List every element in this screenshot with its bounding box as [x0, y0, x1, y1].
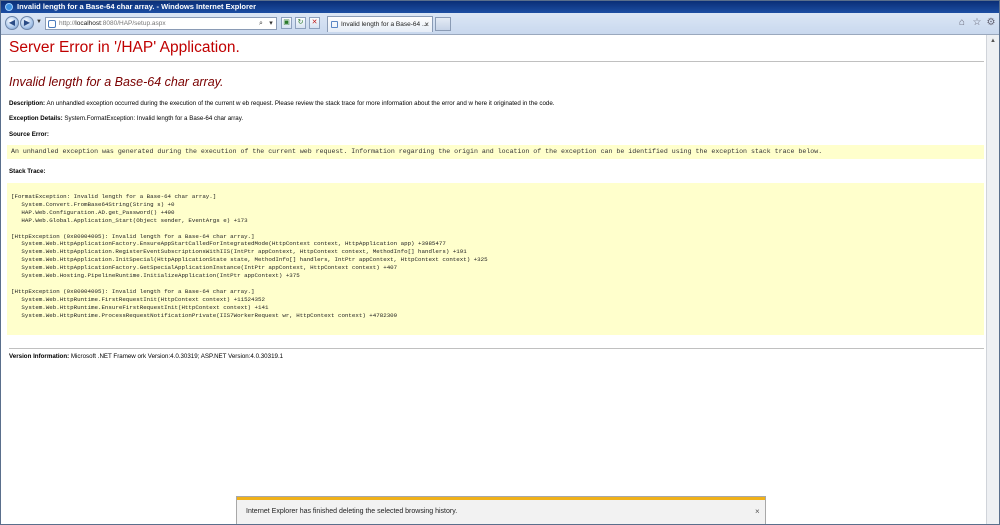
back-button[interactable]: ◀	[5, 16, 19, 30]
version-text: Microsoft .NET Framew ork Version:4.0.30…	[70, 353, 284, 360]
tab-current[interactable]: Invalid length for a Base-64 ... ×	[327, 16, 433, 32]
stack-trace-label: Stack Trace:	[9, 168, 46, 175]
address-dropdown-icon[interactable]: ▾	[266, 18, 276, 29]
source-error-text: An unhandled exception was generated dur…	[11, 148, 823, 155]
notification-text: Internet Explorer has finished deleting …	[246, 508, 458, 515]
stack-trace-box: [FormatException: Invalid length for a B…	[7, 183, 984, 335]
favorites-button[interactable]: ☆	[971, 17, 983, 29]
divider	[9, 61, 984, 62]
description-text: An unhandled exception occurred during t…	[46, 100, 555, 107]
ie-logo-icon	[5, 3, 13, 11]
page-icon	[331, 21, 338, 28]
vertical-scrollbar[interactable]: ▲	[986, 35, 999, 524]
page-icon	[48, 20, 56, 28]
forward-button[interactable]: ▶	[20, 16, 34, 30]
title-bar: Invalid length for a Base-64 char array.…	[1, 1, 999, 13]
stop-icon: ✕	[311, 19, 318, 26]
window-title: Invalid length for a Base-64 char array.…	[17, 2, 257, 11]
exception-label: Exception Details:	[9, 115, 63, 122]
search-icon[interactable]: ⌕	[256, 18, 266, 29]
url-host: localhost	[75, 20, 101, 27]
tab-title: Invalid length for a Base-64 ...	[341, 21, 428, 28]
gear-icon: ⚙	[986, 17, 996, 28]
back-arrow-icon: ◀	[8, 18, 16, 27]
notification-accent	[237, 497, 765, 500]
stop-button[interactable]: ✕	[309, 17, 320, 29]
home-icon: ⌂	[958, 17, 966, 28]
notification-bar: Internet Explorer has finished deleting …	[236, 496, 766, 524]
navigation-toolbar: ◀ ▶ ▼ http://localhost:8080/HAP/setup.as…	[1, 13, 999, 35]
close-icon[interactable]: ×	[755, 505, 760, 519]
description-label: Description:	[9, 100, 46, 107]
page-content: Server Error in '/HAP' Application. Inva…	[1, 35, 986, 524]
refresh-icon: ↻	[297, 19, 304, 26]
refresh-button[interactable]: ↻	[295, 17, 306, 29]
version-information-line: Version Information: Microsoft .NET Fram…	[9, 353, 283, 360]
exception-details-line: Exception Details: System.FormatExceptio…	[9, 115, 243, 122]
tools-button[interactable]: ⚙	[985, 17, 997, 29]
error-message: Invalid length for a Base-64 char array.	[9, 75, 224, 89]
new-tab-button[interactable]	[435, 17, 451, 31]
home-button[interactable]: ⌂	[956, 17, 968, 29]
scroll-up-arrow-icon[interactable]: ▲	[987, 35, 999, 47]
divider	[9, 348, 984, 349]
description-line: Description: An unhandled exception occu…	[9, 100, 555, 107]
url-path: :8080/HAP/setup.aspx	[100, 20, 166, 27]
forward-arrow-icon: ▶	[23, 18, 31, 27]
exception-text: System.FormatException: Invalid length f…	[64, 115, 244, 122]
page-title: Server Error in '/HAP' Application.	[9, 39, 240, 56]
recent-pages-dropdown[interactable]: ▼	[36, 19, 42, 25]
source-error-label: Source Error:	[9, 131, 49, 138]
url-protocol: http://	[59, 20, 76, 27]
tab-close-icon[interactable]: ×	[424, 17, 429, 32]
source-error-box: An unhandled exception was generated dur…	[7, 145, 984, 159]
compatibility-view-button[interactable]: ▣	[281, 17, 292, 29]
stack-trace-text: [FormatException: Invalid length for a B…	[11, 193, 488, 319]
version-label: Version Information:	[9, 353, 70, 360]
compatibility-icon: ▣	[283, 19, 290, 26]
address-url[interactable]: http://localhost:8080/HAP/setup.aspx	[59, 18, 166, 29]
browser-window: Invalid length for a Base-64 char array.…	[0, 0, 1000, 525]
star-icon: ☆	[972, 17, 982, 28]
address-bar[interactable]: http://localhost:8080/HAP/setup.aspx ⌕ ▾	[45, 17, 277, 30]
